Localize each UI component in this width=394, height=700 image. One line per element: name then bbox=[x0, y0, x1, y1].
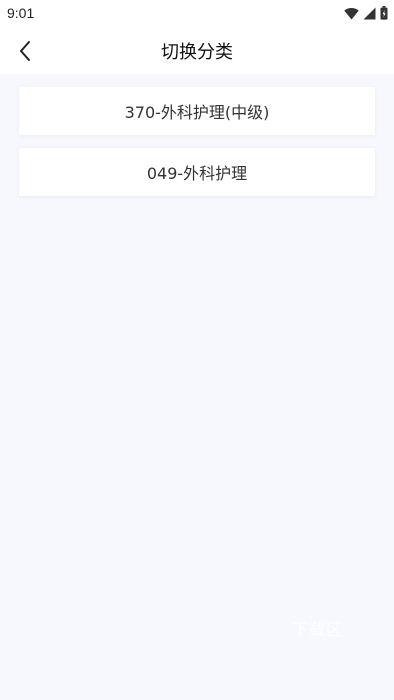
status-bar: 9:01 bbox=[0, 0, 394, 28]
signal-icon bbox=[363, 7, 376, 19]
watermark-text: 下载区 bbox=[292, 620, 344, 639]
wifi-icon bbox=[344, 7, 359, 19]
status-time: 9:01 bbox=[7, 5, 35, 21]
nav-bar: 切换分类 bbox=[0, 28, 394, 74]
category-list: 370-外科护理(中级) 049-外科护理 bbox=[19, 87, 375, 209]
page-title: 切换分类 bbox=[161, 42, 233, 63]
category-content: 370-外科护理(中级) 049-外科护理 bbox=[0, 74, 394, 700]
category-item[interactable]: 049-外科护理 bbox=[19, 148, 375, 196]
battery-icon bbox=[380, 6, 388, 20]
category-item[interactable]: 370-外科护理(中级) bbox=[19, 87, 375, 135]
status-icons bbox=[344, 6, 388, 20]
